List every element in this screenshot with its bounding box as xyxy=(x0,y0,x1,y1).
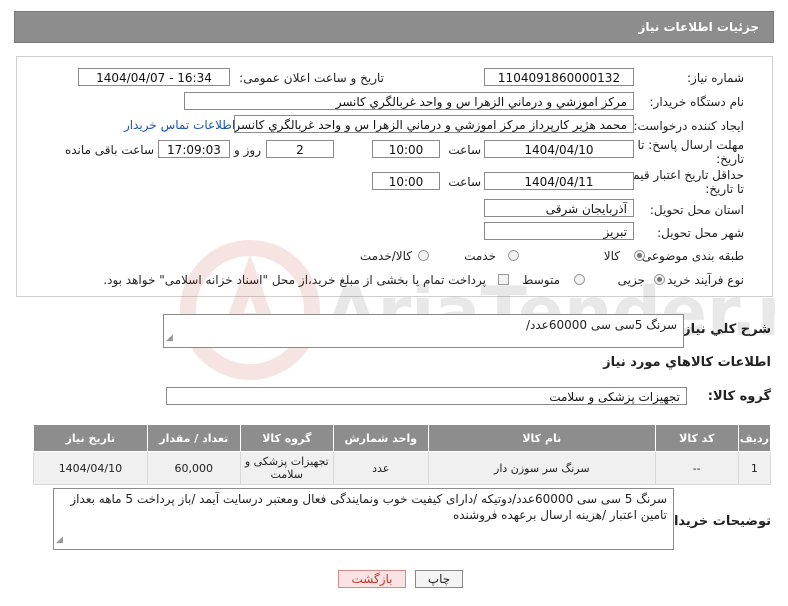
cell-quantity: 60,000 xyxy=(146,451,241,485)
process-minor-label: جزیی xyxy=(617,273,645,287)
buyer-org-label: نام دستگاه خریدار: xyxy=(649,95,745,109)
need-number-label: شماره نیاز: xyxy=(687,71,744,85)
process-minor-radio[interactable] xyxy=(654,274,665,285)
validity-time-field: 10:00 xyxy=(372,172,440,190)
announce-date-field: 1404/04/07 - 16:34 xyxy=(78,68,230,86)
cell-row-number: 1 xyxy=(737,451,772,485)
deadline-time-field: 10:00 xyxy=(372,140,440,158)
buyer-contact-link[interactable]: اطلاعات تماس خریدار xyxy=(124,118,235,132)
remaining-time-field: 17:09:03 xyxy=(158,140,230,158)
category-goods-service-radio[interactable] xyxy=(418,250,429,261)
validity-time-label: ساعت xyxy=(448,175,481,189)
days-remaining-field: 2 xyxy=(266,140,334,158)
summary-label: شرح کلي نياز: xyxy=(677,322,771,337)
goods-group-field: تجهیزات پزشکی و سلامت xyxy=(166,387,687,405)
col-need-date: تاریخ نیاز xyxy=(33,424,148,452)
process-medium-label: متوسط xyxy=(522,273,560,287)
cell-goods-name: سرنگ سر سوزن دار xyxy=(427,451,656,485)
need-number-field: 1104091860000132 xyxy=(484,68,634,86)
summary-textarea: سرنگ 5سی سی 60000عدد/ ◢ xyxy=(163,314,684,348)
col-goods-group: گروه کالا xyxy=(239,424,334,452)
treasury-payment-note: پرداخت تمام یا بخشی از مبلغ خرید،از محل … xyxy=(103,273,486,287)
category-goods-radio[interactable] xyxy=(634,250,645,261)
category-goods-label: کالا xyxy=(603,249,620,263)
province-field: آذربایجان شرقی xyxy=(484,199,634,217)
cell-unit: عدد xyxy=(332,451,429,485)
deadline-date-field: 1404/04/10 xyxy=(484,140,634,158)
cell-goods-code: -- xyxy=(654,451,739,485)
process-medium-radio[interactable] xyxy=(574,274,585,285)
col-quantity: تعداد / مقدار xyxy=(146,424,241,452)
table-header-row: ردیف کد کالا نام کالا واحد شمارش گروه کا… xyxy=(33,424,772,452)
deadline-time-label: ساعت xyxy=(448,143,481,157)
buyer-notes-textarea: سرنگ 5 سی سی 60000عدد/دوتیکه /دارای کیفی… xyxy=(53,488,674,550)
cell-need-date: 1404/04/10 xyxy=(33,451,148,485)
summary-text: سرنگ 5سی سی 60000عدد/ xyxy=(525,318,677,332)
cell-goods-group: تجهیزات پزشکی و سلامت xyxy=(239,451,334,485)
print-button[interactable]: چاپ xyxy=(415,570,463,588)
page-title: جزئیات اطلاعات نیاز xyxy=(638,20,759,34)
deadline-label-line1: مهلت ارسال پاسخ: تا xyxy=(637,138,744,152)
resize-grip-icon[interactable]: ◢ xyxy=(166,330,173,346)
province-label: استان محل تحویل: xyxy=(649,203,744,217)
page-header: جزئیات اطلاعات نیاز xyxy=(14,11,774,43)
back-button[interactable]: بازگشت xyxy=(338,570,406,588)
col-row-number: ردیف xyxy=(737,424,772,452)
buyer-notes-label: توضیحات خریدار: xyxy=(661,514,771,529)
process-type-label: نوع فرآیند خرید : xyxy=(659,273,744,287)
remaining-time-label: ساعت باقی مانده xyxy=(64,143,154,157)
validity-date-field: 1404/04/11 xyxy=(484,172,634,190)
treasury-payment-checkbox[interactable] xyxy=(498,274,509,285)
deadline-label-line2: تاریخ: xyxy=(716,152,744,166)
goods-section-title: اطلاعات کالاهاي مورد نياز xyxy=(603,355,771,370)
city-label: شهر محل تحویل: xyxy=(657,226,744,240)
table-row: 1 -- سرنگ سر سوزن دار عدد تجهیزات پزشکی … xyxy=(33,451,772,485)
validity-label-line2: تا تاریخ: xyxy=(705,182,744,196)
resize-grip-icon[interactable]: ◢ xyxy=(56,532,63,548)
category-service-radio[interactable] xyxy=(508,250,519,261)
days-label: روز و xyxy=(234,143,261,157)
col-goods-code: کد کالا xyxy=(654,424,739,452)
category-label: طبقه بندی موضوعی: xyxy=(637,249,744,263)
buyer-notes-text: سرنگ 5 سی سی 60000عدد/دوتیکه /دارای کیفی… xyxy=(70,492,667,522)
goods-table: ردیف کد کالا نام کالا واحد شمارش گروه کا… xyxy=(33,424,772,485)
buyer-org-field: مرکز اموزشي و درماني الزهرا س و واحد غرب… xyxy=(184,92,634,110)
category-goods-service-label: کالا/خدمت xyxy=(359,249,412,263)
category-service-label: خدمت xyxy=(464,249,496,263)
col-unit: واحد شمارش xyxy=(332,424,429,452)
validity-label-line1: حداقل تاریخ اعتبار قیمت: xyxy=(617,168,744,182)
requester-label: ایجاد کننده درخواست: xyxy=(633,119,744,133)
col-goods-name: نام کالا xyxy=(427,424,656,452)
city-field: تبریز xyxy=(484,222,634,240)
requester-field: محمد هژیر کارپرداز مرکز اموزشي و درماني … xyxy=(234,115,634,133)
goods-group-label: گروه کالا: xyxy=(707,389,771,404)
announce-date-label: تاریخ و ساعت اعلان عمومی: xyxy=(239,71,384,85)
